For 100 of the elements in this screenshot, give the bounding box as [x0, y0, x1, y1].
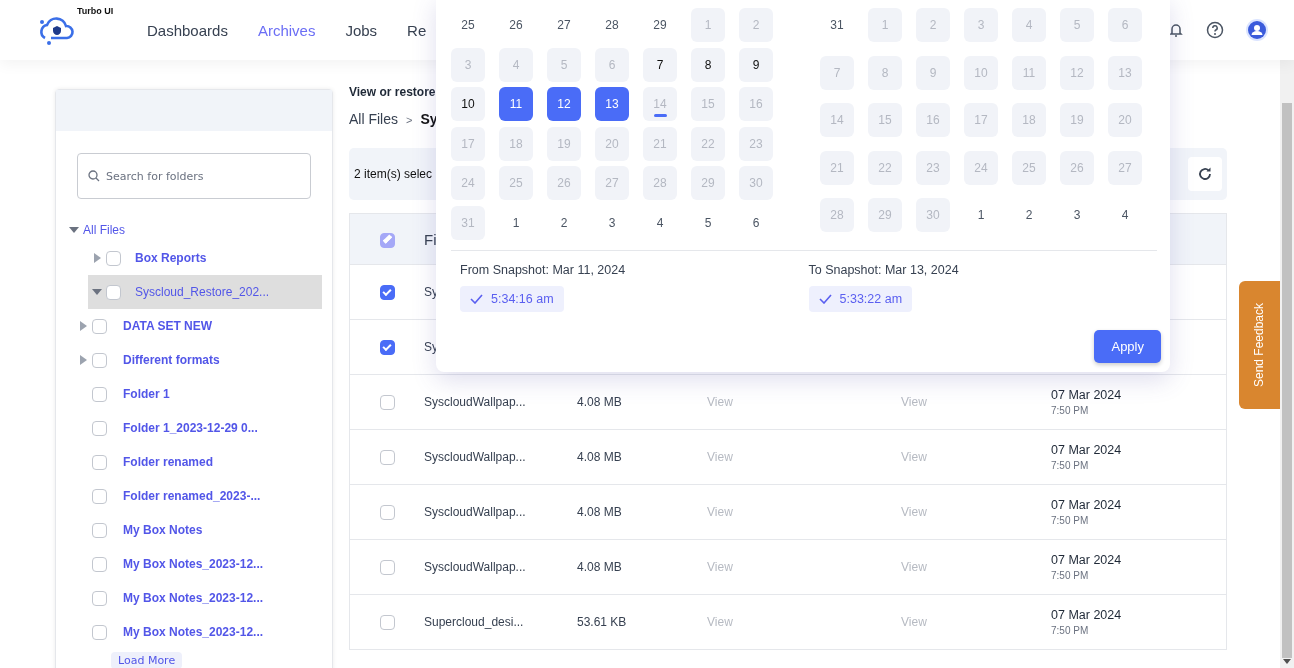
checkbox[interactable] [379, 339, 395, 355]
folder-label[interactable]: Different formats [123, 353, 220, 367]
caret-down-icon[interactable] [69, 225, 79, 235]
view-link[interactable]: View [901, 615, 927, 629]
checkbox[interactable] [379, 394, 395, 410]
calendar-day[interactable]: 4 [1108, 198, 1142, 233]
checkbox[interactable] [92, 318, 107, 334]
calendar-day[interactable]: 12 [547, 87, 581, 122]
time-text: 7:50 PM [1051, 570, 1090, 581]
scrollbar-thumb[interactable] [1282, 103, 1292, 658]
brand-name: Turbo UI [77, 6, 114, 16]
checkbox[interactable] [92, 386, 107, 402]
date-text: 07 Mar 2024 [1051, 388, 1123, 402]
checkbox[interactable] [379, 449, 395, 465]
view-link[interactable]: View [707, 560, 733, 574]
caret-right-icon[interactable] [92, 253, 102, 263]
refresh-button[interactable] [1188, 157, 1222, 191]
checkbox[interactable] [379, 504, 395, 520]
folder-label[interactable]: My Box Notes_2023-12... [123, 625, 264, 639]
folder-label[interactable]: All Files [83, 223, 125, 237]
checkbox[interactable] [379, 284, 395, 300]
calendar-day[interactable]: 5 [691, 205, 725, 240]
checkbox[interactable] [379, 232, 395, 248]
calendar-day[interactable]: 1 [499, 205, 533, 240]
folder-label[interactable]: Box Reports [135, 251, 207, 265]
checkbox[interactable] [106, 250, 121, 266]
folder-label[interactable]: My Box Notes [123, 523, 203, 537]
folder-label[interactable]: Folder renamed_2023-... [123, 489, 261, 503]
view-link[interactable]: View [707, 450, 733, 464]
feedback-tab[interactable]: Send Feedback [1239, 281, 1280, 409]
folder-label[interactable]: Folder 1 [123, 387, 170, 401]
folder-label[interactable]: DATA SET NEW [123, 319, 213, 333]
bell-icon[interactable] [1168, 22, 1184, 38]
time-text: 7:50 PM [1051, 515, 1090, 526]
calendar-day[interactable]: 13 [595, 87, 629, 122]
snapshot-time-chip[interactable]: 5:33:22 am [808, 285, 913, 312]
breadcrumb-link[interactable]: All Files [349, 111, 398, 127]
checkbox[interactable] [379, 614, 395, 630]
view-link[interactable]: View [901, 560, 927, 574]
refresh-icon [1197, 166, 1213, 182]
checkbox[interactable] [92, 352, 107, 368]
calendar-day[interactable]: 9 [739, 47, 773, 82]
calendar-day[interactable]: 1 [964, 198, 998, 233]
snapshot-time-chip[interactable]: 5:34:16 am [460, 285, 564, 312]
calendar-day[interactable]: 3 [595, 205, 629, 240]
caret-right-icon[interactable] [78, 355, 88, 365]
checkbox[interactable] [92, 488, 107, 504]
time-text: 7:50 PM [1051, 460, 1090, 471]
calendar-day[interactable]: 11 [499, 87, 533, 122]
calendar-day[interactable]: 31 [820, 8, 854, 42]
view-link[interactable]: View [707, 615, 733, 629]
view-link[interactable]: View [901, 395, 927, 409]
calendar-day[interactable]: 10 [451, 87, 485, 122]
view-link[interactable]: View [707, 395, 733, 409]
search-field[interactable]: Search for folders [77, 153, 311, 199]
file-name: SyscloudWallpap... [424, 395, 526, 409]
calendar-day[interactable]: 7 [643, 47, 677, 82]
nav-link[interactable]: Re [407, 21, 427, 39]
view-link[interactable]: View [901, 505, 927, 519]
checkbox[interactable] [92, 522, 107, 538]
caret-down-icon[interactable] [92, 287, 102, 297]
calendar-day[interactable]: 3 [1060, 198, 1094, 233]
calendar-day[interactable]: 4 [643, 205, 677, 240]
calendar-day[interactable]: 6 [739, 205, 773, 240]
apply-button[interactable]: Apply [1094, 330, 1161, 363]
checkbox[interactable] [92, 420, 107, 436]
calendar-day[interactable]: 29 [643, 8, 677, 42]
calendar-day[interactable]: 28 [595, 8, 629, 42]
calendar-day[interactable]: 2 [1012, 198, 1046, 233]
view-link[interactable]: View [901, 450, 927, 464]
file-name: SyscloudWallpap... [424, 560, 526, 574]
checkbox[interactable] [92, 556, 107, 572]
calendar-day[interactable]: 25 [451, 8, 485, 42]
date-text: 07 Mar 2024 [1051, 443, 1123, 457]
folder-label[interactable]: Folder renamed [123, 455, 214, 469]
folder-label[interactable]: My Box Notes_2023-12... [123, 591, 264, 605]
checkbox[interactable] [106, 284, 121, 300]
file-name: SyscloudWallpap... [424, 505, 526, 519]
calendar-day[interactable]: 27 [547, 8, 581, 42]
breadcrumb-separator: > [406, 114, 413, 126]
calendar-day[interactable]: 26 [499, 8, 533, 42]
snapshot-label: To Snapshot: Mar 13, 2024 [808, 262, 960, 277]
nav-link[interactable]: Dashboards [147, 21, 228, 39]
help-icon[interactable] [1206, 21, 1224, 39]
load-more-button[interactable]: Load More [111, 652, 183, 668]
file-size: 4.08 MB [577, 395, 622, 409]
folder-label[interactable]: My Box Notes_2023-12... [123, 557, 264, 571]
checkbox[interactable] [92, 590, 107, 606]
caret-right-icon[interactable] [78, 321, 88, 331]
calendar-day[interactable]: 2 [547, 205, 581, 240]
view-link[interactable]: View [707, 505, 733, 519]
folder-label[interactable]: Folder 1_2023-12-29 0... [123, 421, 258, 435]
avatar-icon[interactable] [1246, 19, 1268, 41]
nav-link[interactable]: Archives [257, 21, 316, 39]
nav-link[interactable]: Jobs [345, 21, 378, 39]
checkbox[interactable] [92, 454, 107, 470]
checkbox[interactable] [379, 559, 395, 575]
calendar-day[interactable]: 8 [691, 47, 725, 82]
checkbox[interactable] [92, 624, 107, 640]
date-text: 07 Mar 2024 [1051, 553, 1123, 567]
